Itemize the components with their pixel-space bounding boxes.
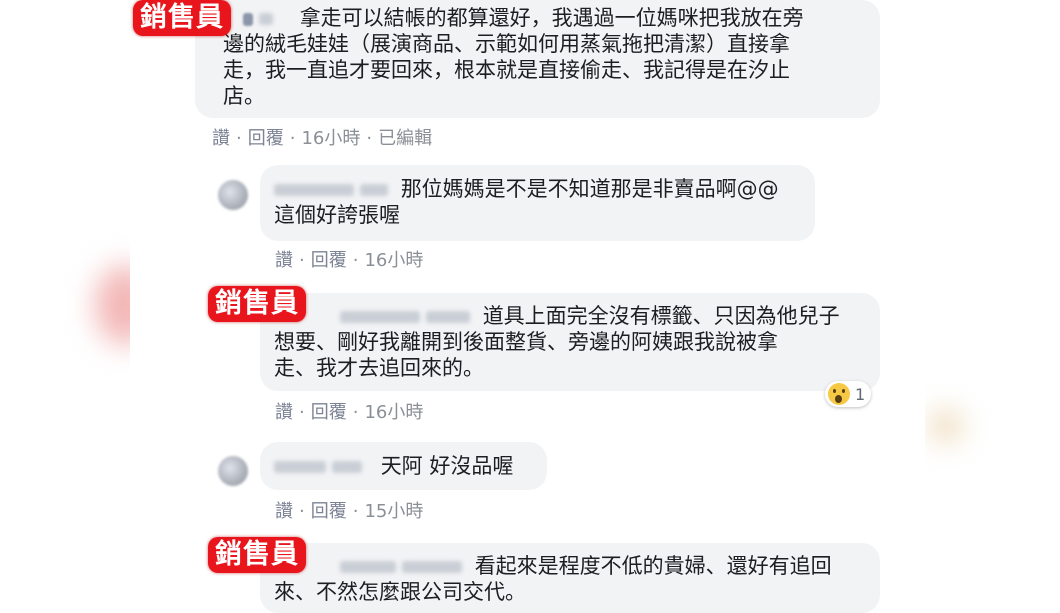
like-link[interactable]: 讚 bbox=[275, 497, 293, 523]
avatar bbox=[218, 456, 248, 486]
commenter-name-blurred bbox=[426, 311, 470, 323]
reaction-count: 1 bbox=[855, 384, 866, 404]
wow-reaction-badge[interactable]: 1 bbox=[825, 381, 872, 407]
commenter-name-blurred bbox=[274, 461, 326, 473]
timestamp[interactable]: 16小時 bbox=[301, 124, 360, 150]
comment-bubble-2: 那位媽媽是不是不知道那是非賣品啊@@ 這個好誇張喔 bbox=[260, 165, 815, 241]
comment-text-5: 看起來是程度不低的貴婦、還好有追回 bbox=[474, 554, 832, 578]
reply-link[interactable]: 回覆 bbox=[311, 246, 347, 272]
comment-text-2-line2: 這個好誇張喔 bbox=[274, 203, 400, 227]
comment-text-3-line2: 想要、剛好我離開到後面整貨、旁邊的阿姨跟我說被拿 bbox=[274, 330, 778, 354]
comment-actions-1: 讚 · 回覆 · 16小時 · 已編輯 bbox=[212, 124, 432, 150]
comment-text-3-line3: 走、我才去追回來的。 bbox=[274, 356, 484, 380]
comment-bubble-4: 天阿 好沒品喔 bbox=[260, 442, 547, 490]
wow-icon bbox=[828, 383, 850, 405]
like-link[interactable]: 讚 bbox=[275, 246, 293, 272]
comment-actions-2: 讚 · 回覆 · 16小時 bbox=[275, 246, 423, 272]
commenter-name-blurred bbox=[243, 12, 253, 26]
salesperson-tag: 銷售員 bbox=[133, 0, 231, 36]
edited-label: 已編輯 bbox=[378, 128, 433, 149]
timestamp[interactable]: 16小時 bbox=[364, 398, 423, 424]
comment-actions-4: 讚 · 回覆 · 15小時 bbox=[275, 497, 423, 523]
timestamp[interactable]: 16小時 bbox=[364, 246, 423, 272]
comment-text-1: 拿走可以結帳的都算還好，我遇過一位媽咪把我放在旁 邊的絨毛娃娃（展演商品、示範如… bbox=[223, 6, 804, 108]
reply-link[interactable]: 回覆 bbox=[248, 124, 284, 150]
timestamp[interactable]: 15小時 bbox=[364, 497, 423, 523]
reply-link[interactable]: 回覆 bbox=[311, 497, 347, 523]
comment-text-2: 那位媽媽是不是不知道那是非賣品啊@@ bbox=[400, 177, 779, 201]
commenter-name-blurred bbox=[259, 13, 273, 25]
comment-bubble-3: 道具上面完全沒有標籤、只因為他兒子 想要、剛好我離開到後面整貨、旁邊的阿姨跟我說… bbox=[260, 293, 880, 391]
like-link[interactable]: 讚 bbox=[212, 124, 230, 150]
commenter-name-blurred bbox=[360, 184, 388, 196]
salesperson-tag: 銷售員 bbox=[208, 286, 306, 322]
comment-text-5-line2: 來、不然怎麼跟公司交代。 bbox=[274, 580, 526, 604]
background-blur-right bbox=[930, 410, 962, 442]
commenter-name-blurred bbox=[274, 184, 354, 196]
comment-bubble-1: 拿走可以結帳的都算還好，我遇過一位媽咪把我放在旁 邊的絨毛娃娃（展演商品、示範如… bbox=[195, 0, 880, 118]
avatar bbox=[218, 180, 248, 210]
commenter-name-blurred bbox=[332, 461, 362, 473]
like-link[interactable]: 讚 bbox=[275, 398, 293, 424]
commenter-name-blurred bbox=[340, 561, 396, 573]
reply-link[interactable]: 回覆 bbox=[311, 398, 347, 424]
comment-text-4: 天阿 好沒品喔 bbox=[380, 454, 514, 478]
salesperson-tag: 銷售員 bbox=[208, 537, 306, 573]
commenter-name-blurred bbox=[402, 561, 462, 573]
comment-bubble-5: 看起來是程度不低的貴婦、還好有追回 來、不然怎麼跟公司交代。 bbox=[260, 543, 880, 613]
comment-actions-3: 讚 · 回覆 · 16小時 bbox=[275, 398, 423, 424]
comment-text-3: 道具上面完全沒有標籤、只因為他兒子 bbox=[482, 304, 840, 328]
commenter-name-blurred bbox=[340, 311, 420, 323]
